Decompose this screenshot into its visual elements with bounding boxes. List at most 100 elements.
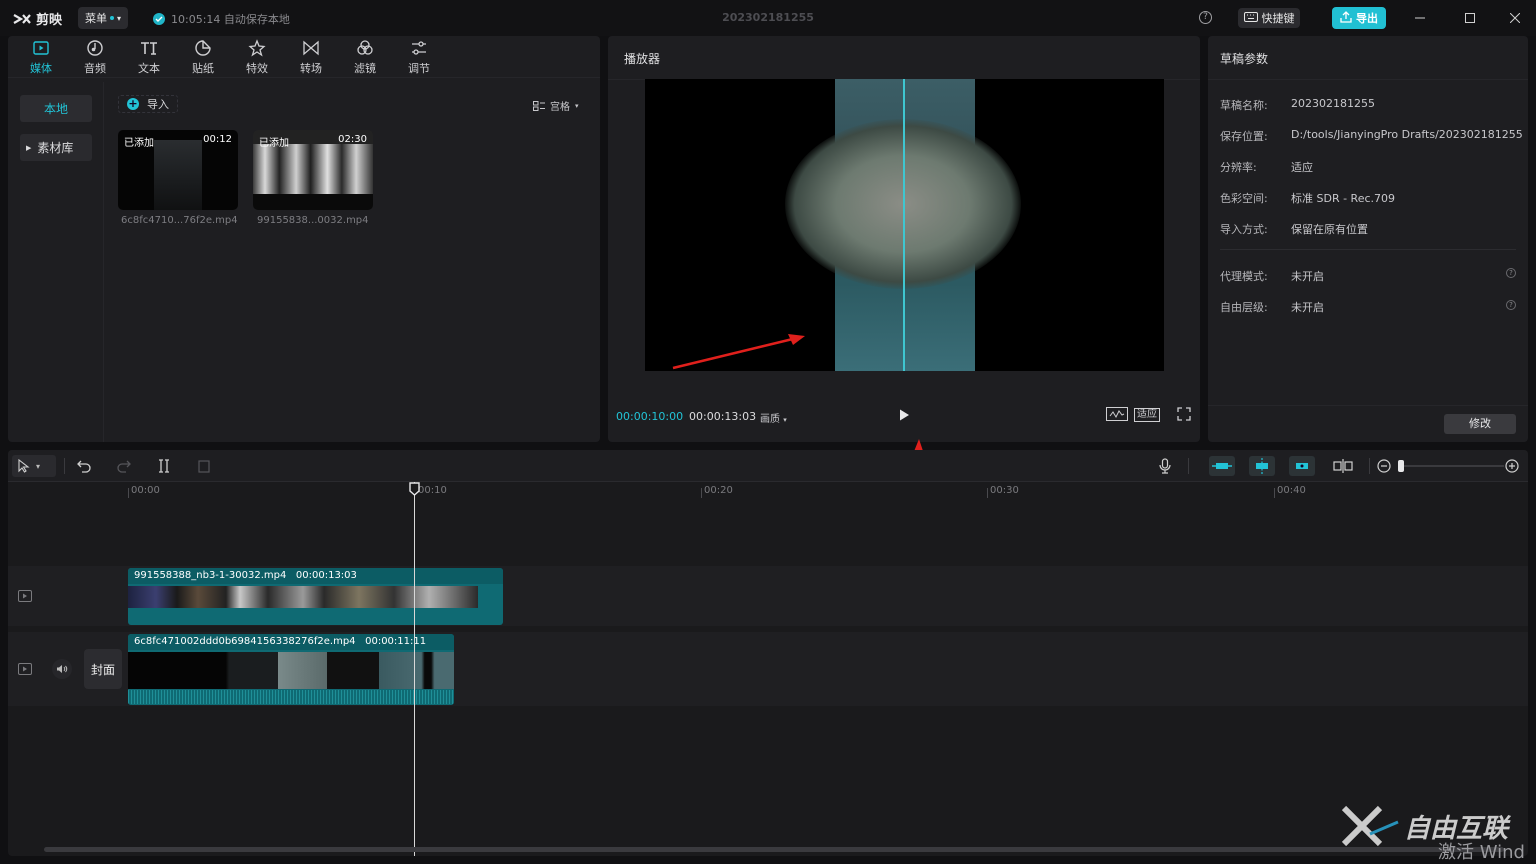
playhead[interactable] xyxy=(414,482,415,856)
playhead-handle-icon[interactable] xyxy=(409,482,420,496)
media-thumbnail[interactable]: 已添加 02:30 xyxy=(253,130,373,210)
sidebar-item-library[interactable]: ▶ 素材库 xyxy=(20,134,92,161)
title-bar: 剪映 菜单 ▾ 10:05:14 自动保存本地 202302181255 ? 快… xyxy=(0,0,1536,36)
tab-sticker[interactable]: 贴纸 xyxy=(176,36,230,78)
zoom-in-icon[interactable] xyxy=(1505,459,1519,473)
param-value: 适应 xyxy=(1291,161,1313,174)
chevron-down-icon: ▾ xyxy=(36,461,41,471)
added-badge: 已添加 xyxy=(124,138,154,149)
timeline-toolbar: ▾ xyxy=(8,450,1528,482)
zoom-out-icon[interactable] xyxy=(1377,459,1391,473)
tab-text[interactable]: 文本 xyxy=(122,36,176,78)
split-icon[interactable] xyxy=(157,459,171,473)
undo-icon[interactable] xyxy=(77,459,91,473)
quality-label: 画质 xyxy=(760,414,780,425)
auto-snap-button[interactable] xyxy=(1249,456,1275,476)
zoom-slider-track[interactable] xyxy=(1398,465,1504,467)
preview-screen[interactable] xyxy=(645,79,1164,371)
tab-label: 音频 xyxy=(84,61,106,75)
media-tabs: 媒体 音频 文本 贴纸 特效 转场 滤镜 调节 xyxy=(8,36,600,78)
select-tool-dropdown[interactable]: ▾ xyxy=(12,455,56,477)
timeline-scrollbar[interactable] xyxy=(44,847,1504,852)
divider xyxy=(1369,458,1370,474)
timeline-clip[interactable]: 991558388_nb3-1-30032.mp4 00:00:13:03 xyxy=(128,568,503,625)
keyboard-icon xyxy=(1243,11,1258,25)
sidebar-item-local[interactable]: 本地 xyxy=(20,95,92,122)
media-thumbnail[interactable]: 已添加 00:12 xyxy=(118,130,238,210)
timeline-clip[interactable]: 6c8fc471002ddd0b6984156338276f2e.mp4 00:… xyxy=(128,634,454,705)
quality-dropdown[interactable]: 画质 ▾ xyxy=(760,410,787,425)
cover-button[interactable]: 封面 xyxy=(84,649,122,689)
view-mode-dropdown[interactable]: 宫格 ▾ xyxy=(533,98,579,113)
export-button[interactable]: 导出 xyxy=(1332,7,1386,29)
tab-effects[interactable]: 特效 xyxy=(230,36,284,78)
ruler-tick xyxy=(1274,488,1275,498)
tab-audio[interactable]: 音频 xyxy=(68,36,122,78)
redo-icon[interactable] xyxy=(117,459,131,473)
sidebar-item-label: 素材库 xyxy=(37,141,74,155)
video-frame xyxy=(154,140,202,210)
total-timecode: 00:00:13:03 xyxy=(689,410,757,423)
clip-duration: 00:00:13:03 xyxy=(295,570,357,581)
grid-icon xyxy=(533,100,545,111)
help-icon[interactable]: ? xyxy=(1506,268,1516,278)
windows-activation-text: 激活 Wind xyxy=(1438,842,1525,863)
play-button[interactable] xyxy=(897,408,911,422)
duration-label: 00:12 xyxy=(203,134,232,145)
tab-label: 贴纸 xyxy=(192,61,214,75)
tab-label: 媒体 xyxy=(30,61,52,75)
sidebar-item-label: 本地 xyxy=(43,102,68,116)
tab-filter[interactable]: 滤镜 xyxy=(338,36,392,78)
param-label: 草稿名称: xyxy=(1220,99,1268,112)
fullscreen-icon[interactable] xyxy=(1177,407,1191,424)
player-title: 播放器 xyxy=(624,52,661,66)
preview-axis-icon[interactable] xyxy=(1332,458,1354,474)
minimize-icon[interactable] xyxy=(1410,8,1430,28)
adjust-icon xyxy=(412,40,426,55)
delete-icon[interactable] xyxy=(197,459,211,473)
duration-label: 02:30 xyxy=(338,134,367,145)
param-label: 代理模式: xyxy=(1220,270,1268,283)
ruler-label: 00:10 xyxy=(418,485,447,496)
ruler-label: 00:30 xyxy=(990,485,1019,496)
tab-transition[interactable]: 转场 xyxy=(284,36,338,78)
snap-main-track-button[interactable] xyxy=(1209,456,1235,476)
ruler-tick xyxy=(701,488,702,498)
param-value: 标准 SDR - Rec.709 xyxy=(1291,192,1396,205)
audio-icon xyxy=(87,39,103,56)
red-arrow-annotation xyxy=(672,334,805,370)
tab-label: 滤镜 xyxy=(354,61,376,75)
player-panel: 播放器 00:00:10:00 00:00:13:03 画质 ▾ 适应 xyxy=(608,36,1200,442)
linkage-button[interactable] xyxy=(1289,456,1315,476)
modify-button[interactable]: 修改 xyxy=(1444,414,1516,434)
param-label: 导入方式: xyxy=(1220,223,1268,236)
tab-adjust[interactable]: 调节 xyxy=(392,36,446,78)
shortcut-button[interactable]: 快捷键 xyxy=(1238,8,1300,28)
microphone-icon[interactable] xyxy=(1159,458,1171,474)
tab-media[interactable]: 媒体 xyxy=(14,36,68,78)
export-label: 导出 xyxy=(1356,12,1378,25)
divider xyxy=(1208,79,1528,80)
param-value: 未开启 xyxy=(1291,270,1324,283)
track-mute-button[interactable] xyxy=(52,659,72,679)
ruler-label: 00:40 xyxy=(1277,485,1306,496)
help-icon[interactable]: ? xyxy=(1199,11,1212,24)
time-ruler[interactable]: 00:00 00:10 00:20 00:30 00:40 xyxy=(8,482,1528,500)
project-title: 202302181255 xyxy=(722,11,814,24)
param-value: 保留在原有位置 xyxy=(1291,223,1368,236)
help-icon[interactable]: ? xyxy=(1506,300,1516,310)
param-value: D:/tools/JianyingPro Drafts/202302181255 xyxy=(1291,128,1523,141)
caret-right-icon: ▶ xyxy=(26,143,32,152)
clip-header: 6c8fc471002ddd0b6984156338276f2e.mp4 00:… xyxy=(128,634,454,650)
import-button[interactable]: + 导入 xyxy=(118,95,178,113)
media-filename: 6c8fc4710...76f2e.mp4 xyxy=(121,215,238,226)
waveform-icon[interactable] xyxy=(1106,407,1128,424)
param-label: 色彩空间: xyxy=(1220,192,1268,205)
link-icon xyxy=(1296,463,1308,469)
maximize-icon[interactable] xyxy=(1460,8,1480,28)
clip-filmstrip xyxy=(128,586,478,608)
fit-button[interactable]: 适应 xyxy=(1134,408,1160,422)
zoom-slider-handle[interactable] xyxy=(1398,460,1404,472)
media-icon xyxy=(33,40,49,55)
close-icon[interactable] xyxy=(1505,8,1525,28)
